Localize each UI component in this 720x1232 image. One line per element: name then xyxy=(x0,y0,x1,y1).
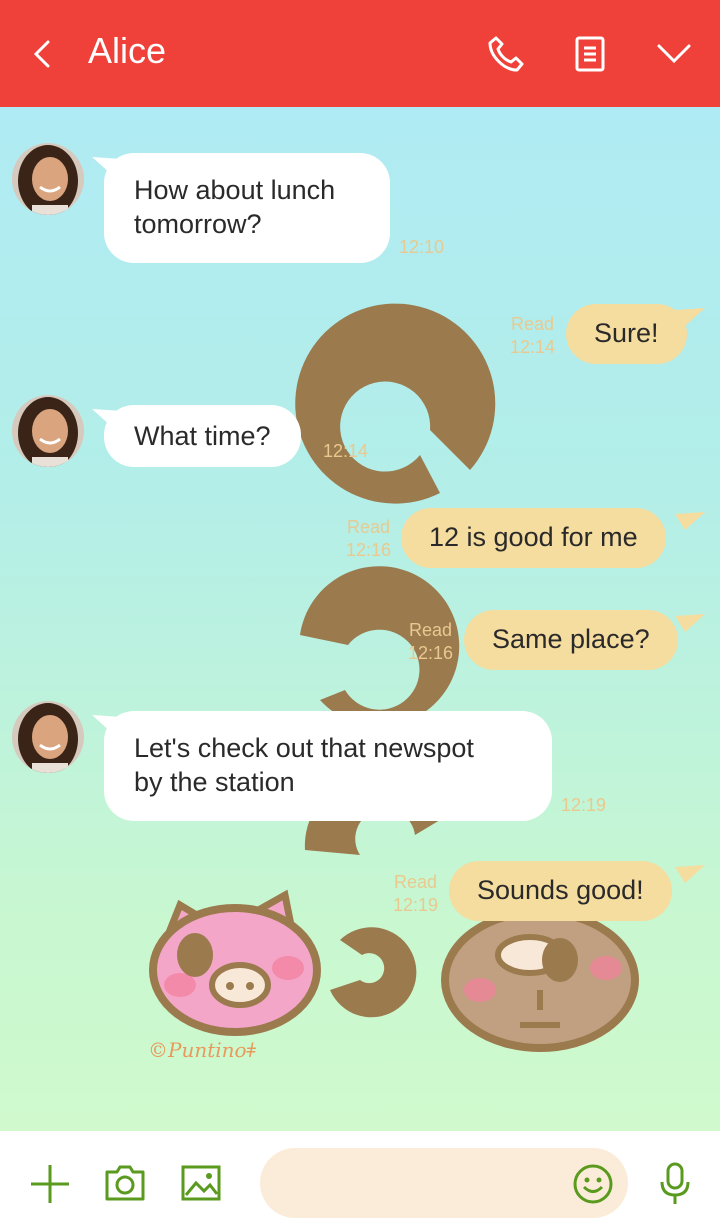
message-bubble-outgoing[interactable]: 12 is good for me xyxy=(401,508,666,568)
message-meta: Read 12:16 xyxy=(408,619,453,665)
message-meta: Read 12:16 xyxy=(346,516,391,562)
message-time: 12:16 xyxy=(346,540,392,560)
message-bubble-incoming[interactable]: Let's check out that newspot by the stat… xyxy=(104,711,552,821)
message-time: 12:16 xyxy=(408,643,454,663)
call-button[interactable] xyxy=(482,32,530,76)
emoji-button[interactable] xyxy=(570,1161,616,1207)
image-icon xyxy=(181,1165,221,1201)
avatar[interactable] xyxy=(12,701,84,773)
menu-toggle-button[interactable] xyxy=(652,32,696,76)
ring-tiny xyxy=(330,927,417,1018)
read-receipt: Read xyxy=(511,314,555,334)
avatar[interactable] xyxy=(12,143,84,215)
message-time: 12:10 xyxy=(399,237,445,257)
bear-character xyxy=(441,908,639,1052)
chevron-left-icon xyxy=(33,40,50,68)
ring-large xyxy=(295,303,496,504)
camera-button[interactable] xyxy=(102,1160,148,1206)
message-bubble-outgoing[interactable]: Sure! xyxy=(566,304,687,364)
smiley-icon xyxy=(573,1164,613,1204)
notes-button[interactable] xyxy=(568,32,612,76)
message-bubble-incoming[interactable]: How about lunch tomorrow? xyxy=(104,153,390,263)
chevron-down-icon xyxy=(657,44,691,64)
message-time: 12:14 xyxy=(510,337,556,357)
avatar-image xyxy=(12,143,84,215)
bubble-tail xyxy=(675,865,705,883)
avatar[interactable] xyxy=(12,395,84,467)
avatar-image xyxy=(12,701,84,773)
note-icon xyxy=(575,36,605,72)
message-meta: Read 12:19 xyxy=(393,871,438,917)
avatar-image xyxy=(12,395,84,467)
bubble-tail xyxy=(675,614,705,632)
add-button[interactable] xyxy=(26,1160,74,1208)
message-time: 12:14 xyxy=(323,441,369,461)
chat-header: Alice xyxy=(0,0,720,107)
wallpaper-signature: ©Puntinoǂ xyxy=(148,1038,257,1062)
voice-button[interactable] xyxy=(652,1160,698,1208)
message-bubble-incoming[interactable]: What time? xyxy=(104,405,301,467)
read-receipt: Read xyxy=(409,620,453,640)
message-bubble-outgoing[interactable]: Same place? xyxy=(464,610,678,670)
message-time: 12:19 xyxy=(561,795,607,815)
message-meta: Read 12:14 xyxy=(510,313,555,359)
read-receipt: Read xyxy=(394,872,438,892)
message-bubble-outgoing[interactable]: Sounds good! xyxy=(449,861,672,921)
image-button[interactable] xyxy=(178,1160,224,1206)
bubble-tail xyxy=(675,512,705,530)
read-receipt: Read xyxy=(347,517,391,537)
chat-screen: ©Puntinoǂ Alice How about lunch tomorrow… xyxy=(0,0,720,1232)
message-time: 12:19 xyxy=(393,895,439,915)
chat-title: Alice xyxy=(88,30,167,71)
phone-icon xyxy=(488,36,524,72)
plus-icon xyxy=(31,1165,69,1203)
camera-icon xyxy=(105,1165,145,1201)
back-button[interactable] xyxy=(20,34,64,74)
microphone-icon xyxy=(660,1162,690,1204)
pig-character xyxy=(149,889,321,1036)
